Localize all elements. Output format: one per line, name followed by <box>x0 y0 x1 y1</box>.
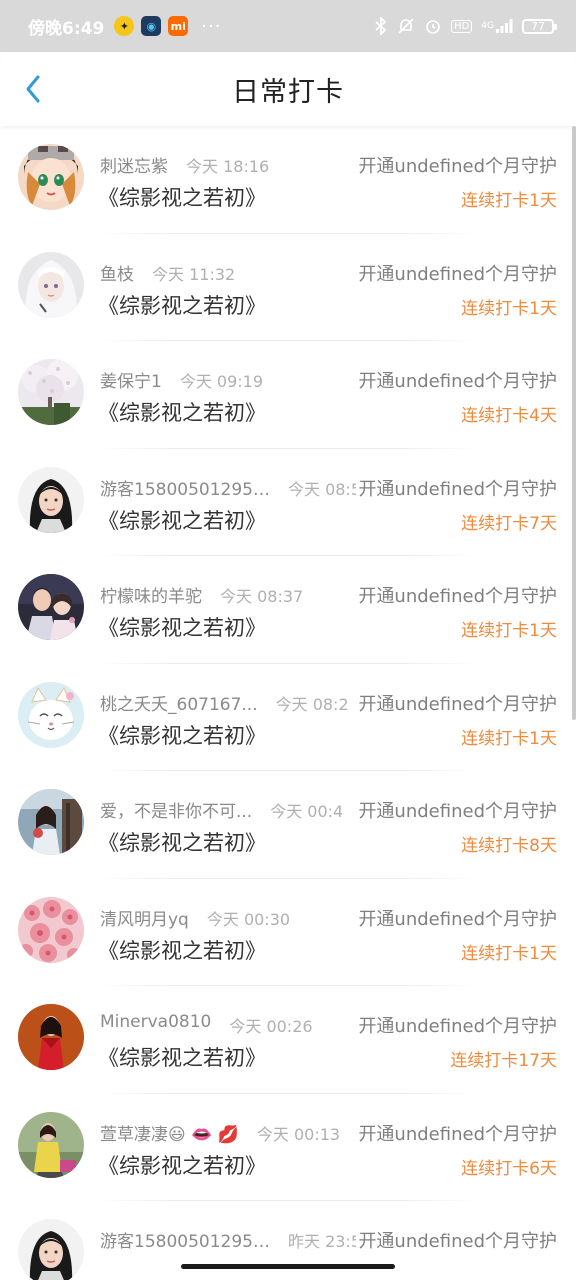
book-title: 《综影视之若初》 <box>98 1046 266 1070</box>
book-title: 《综影视之若初》 <box>98 401 266 425</box>
user-avatar[interactable] <box>18 144 84 210</box>
user-name[interactable]: 爱，不是非你不可... <box>100 797 252 822</box>
mute-bell-icon <box>397 17 415 35</box>
guard-status: 开通undefined个月守护 <box>356 904 557 931</box>
alarm-icon <box>424 17 442 35</box>
checkin-streak: 连续打卡7天 <box>461 513 557 534</box>
mi-app-icon: mi <box>168 16 189 36</box>
checkin-row[interactable]: 桃之夭夭_607167... 今天 08:2 《综影视之若初》 开通undefined… <box>0 664 576 771</box>
hd-icon: HD <box>451 19 473 33</box>
user-name[interactable]: 刺迷忘紫 <box>100 152 168 177</box>
guard-status: 开通undefined个月守护 <box>356 689 557 716</box>
checkin-row[interactable]: 萱草凄凄😃 👄 💋 今天 00:13 《综影视之若初》 开通undefined个月守护… <box>0 1094 576 1201</box>
checkin-time: 今天 08:37 <box>220 587 304 606</box>
back-button[interactable] <box>18 74 48 104</box>
user-name[interactable]: 柠檬味的羊驼 <box>100 582 202 607</box>
user-name[interactable]: 萱草凄凄😃 👄 💋 <box>100 1120 239 1145</box>
checkin-row[interactable]: Minerva0810 今天 00:26 《综影视之若初》 开通undefined个月… <box>0 986 576 1094</box>
guard-status: 开通undefined个月守护 <box>356 1119 557 1146</box>
checkin-streak: 连续打卡1天 <box>461 298 557 319</box>
guard-status: 开通undefined个月守护 <box>356 152 557 178</box>
user-name[interactable]: 桃之夭夭_607167... <box>100 690 258 715</box>
guard-status: 开通undefined个月守护 <box>356 367 557 393</box>
checkin-time: 今天 00:30 <box>206 909 291 929</box>
bird-app-icon: ✦ <box>114 16 135 36</box>
checkin-time: 今天 00:13 <box>256 1124 341 1144</box>
network-type: 4G <box>481 21 494 31</box>
user-name[interactable]: 游客1580050129531 <box>100 475 270 500</box>
dialog-app-icon: ◉ <box>141 16 162 36</box>
checkin-row[interactable]: 姜保宁1 今天 09:19 《综影视之若初》 开通undefined个月守护连续打卡4… <box>0 341 576 449</box>
checkin-row[interactable]: 柠檬味的羊驼 今天 08:37 《综影视之若初》 开通undefined个月守护连续打… <box>0 556 576 664</box>
book-title: 《综影视之若初》 <box>98 723 266 748</box>
user-name[interactable]: 清风明月yq <box>100 905 189 930</box>
checkin-streak: 连续打卡8天 <box>461 836 557 856</box>
book-title: 《综影视之若初》 <box>98 1153 266 1178</box>
user-avatar[interactable] <box>18 1004 84 1070</box>
signal-icon: 4G <box>481 19 513 33</box>
checkin-time: 今天 08:2 <box>275 694 349 714</box>
checkin-list[interactable]: 刺迷忘紫 今天 18:16 《综影视之若初》 开通undefined个月守护 连续打卡1… <box>0 126 576 1280</box>
guard-status: 开通undefined个月守护 <box>356 582 557 608</box>
checkin-time: 今天 18:16 <box>186 157 270 176</box>
checkin-time: 今天 08:5 <box>288 479 362 499</box>
checkin-time: 今天 09:19 <box>179 372 264 391</box>
status-time: 傍晚6:49 <box>28 18 105 39</box>
checkin-row[interactable]: 清风明月yq 今天 00:30 《综影视之若初》 开通undefined个月守护连续打… <box>0 879 576 986</box>
home-indicator[interactable] <box>181 1264 395 1269</box>
chevron-left-icon <box>26 75 40 103</box>
user-avatar[interactable] <box>18 251 84 318</box>
user-avatar[interactable] <box>18 681 84 748</box>
book-title: 《综影视之若初》 <box>98 938 266 963</box>
page-header: 日常打卡 <box>0 52 576 126</box>
page-title: 日常打卡 <box>232 76 344 108</box>
bluetooth-icon <box>374 17 388 35</box>
guard-status: 开通undefined个月守护 <box>356 259 557 286</box>
checkin-row[interactable]: 游客1580050129531 今天 08:5 《综影视之若初》 开通undefine… <box>0 449 576 556</box>
more-notifications-icon: ··· <box>201 15 222 37</box>
checkin-streak: 连续打卡4天 <box>461 406 557 426</box>
checkin-row[interactable]: 鱼枝 今天 11:32 《综影视之若初》 开通undefined个月守护连续打卡1天 <box>0 234 576 341</box>
checkin-streak: 连续打卡1天 <box>461 943 557 964</box>
checkin-streak: 连续打卡17天 <box>450 1051 557 1071</box>
guard-status: 开通undefined个月守护 <box>356 797 557 823</box>
status-bar: 傍晚6:49 ✦ ◉ mi ··· HD 4G 77 <box>0 0 576 52</box>
book-title: 《综影视之若初》 <box>98 508 266 533</box>
guard-status: 开通undefined个月守护 <box>356 474 557 501</box>
checkin-time: 今天 00:4 <box>270 802 344 821</box>
user-name[interactable]: 游客1580050129531 <box>100 1227 270 1252</box>
status-indicators: HD 4G 77 <box>374 17 557 35</box>
checkin-streak: 连续打卡6天 <box>461 1158 557 1179</box>
user-name[interactable]: 姜保宁1 <box>100 367 162 392</box>
checkin-time: 今天 11:32 <box>152 264 236 284</box>
user-avatar[interactable] <box>18 789 84 855</box>
checkin-streak: 连续打卡1天 <box>461 621 557 641</box>
book-title: 《综影视之若初》 <box>98 186 266 210</box>
battery-icon: 77 <box>522 18 557 34</box>
user-avatar[interactable] <box>18 574 84 640</box>
guard-status: 开通undefined个月守护 <box>356 1227 557 1253</box>
guard-status: 开通undefined个月守护 <box>356 1012 557 1038</box>
checkin-time: 今天 00:26 <box>229 1017 313 1036</box>
user-name[interactable]: 鱼枝 <box>100 260 134 285</box>
book-title: 《综影视之若初》 <box>98 616 266 640</box>
checkin-streak: 连续打卡1天 <box>461 728 557 749</box>
user-avatar[interactable] <box>18 1111 84 1178</box>
book-title: 《综影视之若初》 <box>98 293 266 318</box>
user-avatar[interactable] <box>18 1219 84 1280</box>
user-avatar[interactable] <box>18 896 84 963</box>
checkin-time: 昨天 23:5 <box>288 1232 362 1251</box>
checkin-streak: 连续打卡1天 <box>461 191 557 211</box>
checkin-row[interactable]: 爱，不是非你不可... 今天 00:4 《综影视之若初》 开通undefined个月守… <box>0 771 576 879</box>
user-avatar[interactable] <box>18 466 84 533</box>
scrollbar[interactable] <box>572 126 576 720</box>
user-avatar[interactable] <box>18 359 84 425</box>
book-title: 《综影视之若初》 <box>98 831 266 855</box>
checkin-row[interactable]: 刺迷忘紫 今天 18:16 《综影视之若初》 开通undefined个月守护连续打卡1… <box>0 126 576 234</box>
user-name[interactable]: Minerva0810 <box>100 1012 211 1032</box>
